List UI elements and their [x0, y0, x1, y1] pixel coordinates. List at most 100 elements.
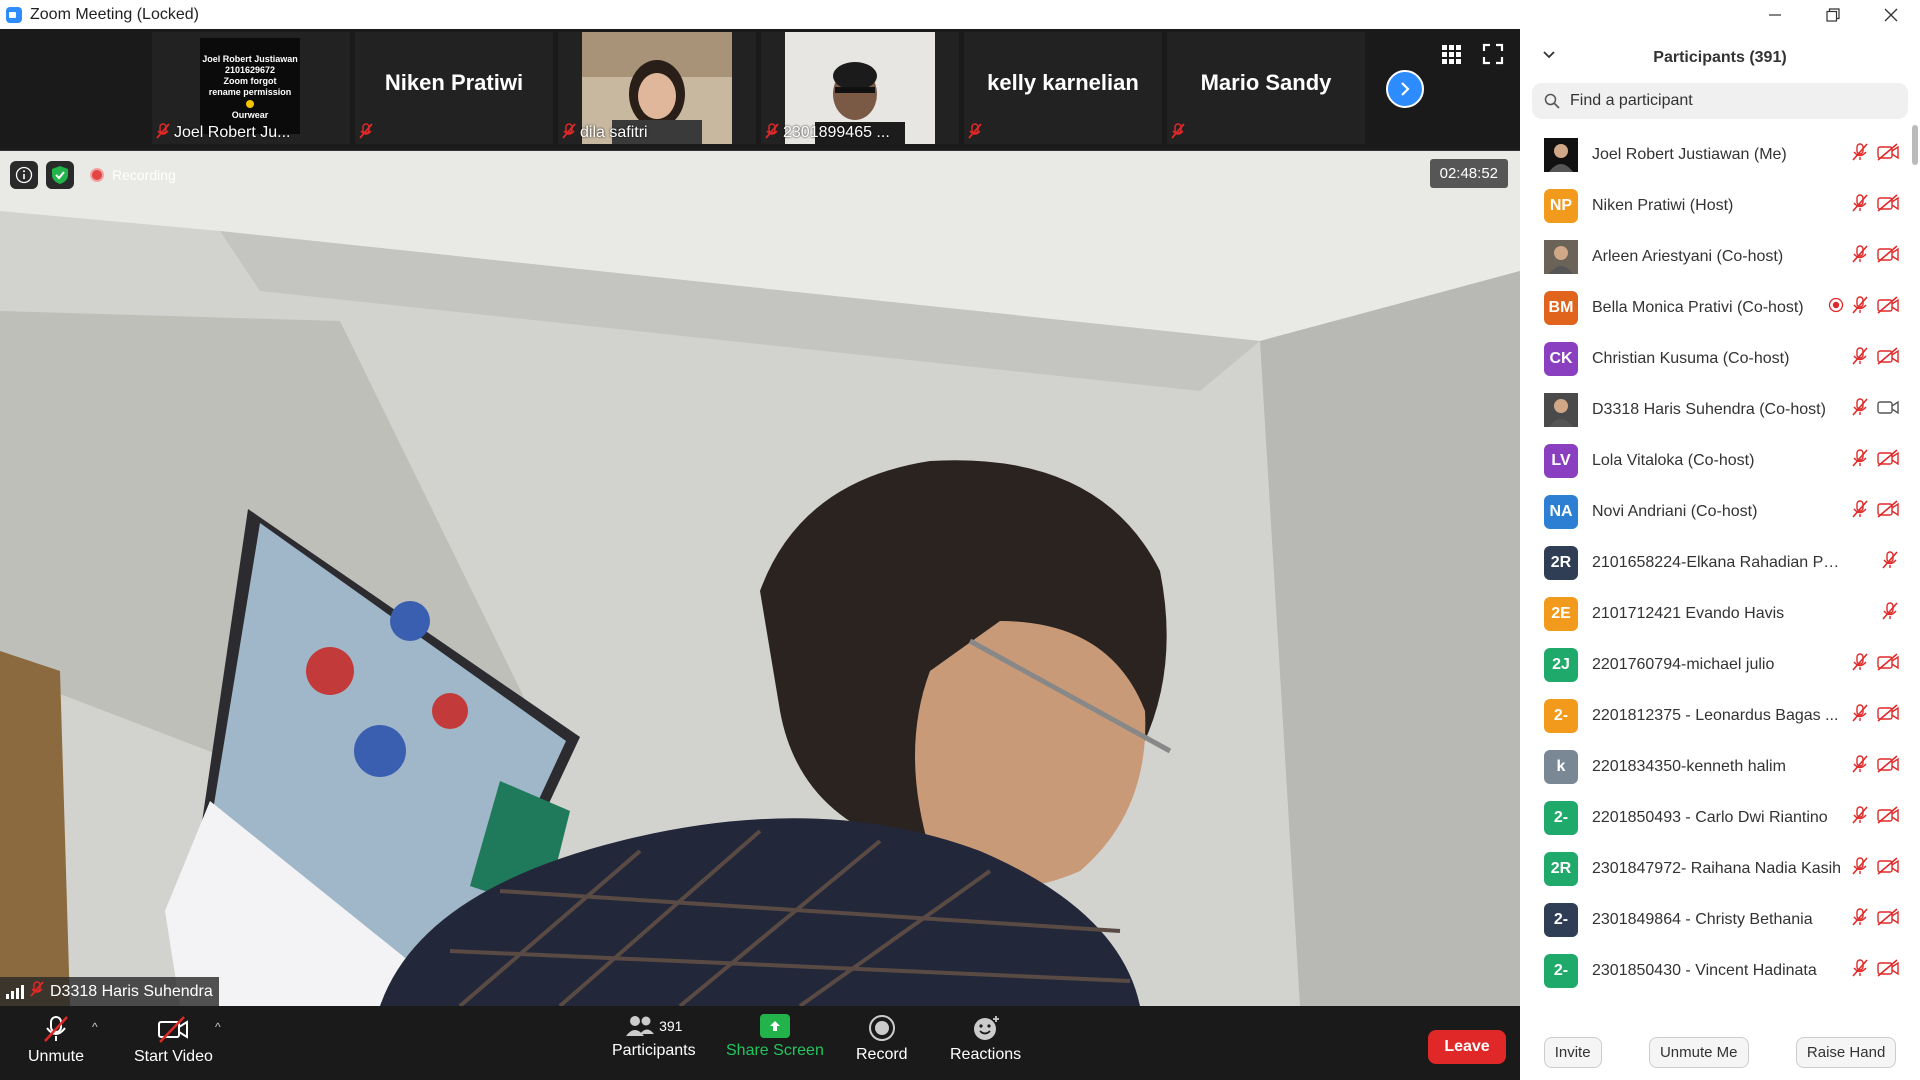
mic-off-icon: [562, 123, 576, 142]
participant-name: 2201834350-kenneth halim: [1592, 757, 1786, 775]
start-video-button[interactable]: Start Video: [134, 1014, 213, 1066]
record-button[interactable]: Record: [856, 1014, 908, 1064]
participants-icon: [626, 1016, 655, 1036]
avatar: LV: [1544, 443, 1578, 478]
participant-row[interactable]: 2E 2101712421 Evando Havis: [1520, 588, 1910, 639]
participant-row[interactable]: 2- 2201850493 - Carlo Dwi Riantino: [1520, 792, 1910, 843]
thumb-kelly[interactable]: kelly karnelian: [964, 32, 1162, 144]
mic-off-icon: [44, 1016, 68, 1042]
avatar: NA: [1544, 494, 1578, 529]
participant-row[interactable]: BM Bella Monica Prativi (Co-host): [1520, 282, 1910, 333]
mic-off-icon: [1850, 295, 1870, 320]
participant-status-icons: [1850, 397, 1900, 422]
participants-button[interactable]: 391 Participants: [612, 1014, 696, 1060]
shield-icon[interactable]: [46, 161, 74, 189]
logo-dot: [246, 100, 254, 108]
unmute-me-button[interactable]: Unmute Me: [1648, 1037, 1749, 1068]
signal-strength-icon: [6, 984, 24, 999]
next-page-button[interactable]: [1386, 70, 1424, 108]
image-text-line: rename permission: [208, 87, 292, 97]
mic-off-icon: [359, 123, 373, 142]
gallery-view-icon[interactable]: [1440, 43, 1462, 65]
unmute-label: Unmute: [28, 1048, 85, 1065]
leave-button[interactable]: Leave: [1428, 1030, 1506, 1064]
participant-row[interactable]: 2- 2201812375 - Leonardus Bagas ...: [1520, 690, 1910, 741]
participant-row[interactable]: 2- 2301849864 - Christy Bethania: [1520, 894, 1910, 945]
mic-off-icon: [1850, 346, 1870, 371]
participant-row[interactable]: 2- 2301850430 - Vincent Hadinata: [1520, 945, 1910, 996]
avatar: [1544, 137, 1578, 172]
thumb-joel[interactable]: Joel Robert Justiawan 2101629672 Zoom fo…: [152, 32, 350, 144]
thumb-2301899465[interactable]: 2301899465 ...: [761, 32, 959, 144]
video-off-icon: [1876, 856, 1900, 881]
active-speaker-label: D3318 Haris Suhendra: [0, 977, 219, 1006]
mic-off-icon: [1880, 601, 1900, 626]
participants-panel: Participants (391) Joel Robert Justiawan…: [1520, 29, 1920, 1080]
participant-row[interactable]: 2J 2201760794-michael julio: [1520, 639, 1910, 690]
mic-off-icon: [1850, 244, 1870, 269]
image-text-line: Joel Robert Justiawan: [202, 54, 298, 64]
participant-row[interactable]: NA Novi Andriani (Co-host): [1520, 486, 1910, 537]
video-off-icon: [1876, 346, 1900, 371]
mic-off-icon: [765, 123, 779, 142]
participant-row[interactable]: NP Niken Pratiwi (Host): [1520, 180, 1910, 231]
participant-status-icons: [1850, 703, 1900, 728]
invite-button[interactable]: Invite: [1543, 1037, 1602, 1068]
participant-status-icons: [1850, 193, 1900, 218]
participant-name: 2201812375 - Leonardus Bagas ...: [1592, 706, 1839, 724]
participant-row[interactable]: k 2201834350-kenneth halim: [1520, 741, 1910, 792]
window-title: Zoom Meeting (Locked): [30, 5, 199, 23]
mic-off-icon: [1171, 123, 1185, 142]
meeting-area: Joel Robert Justiawan 2101629672 Zoom fo…: [0, 29, 1520, 1080]
audio-options-chevron-up-icon[interactable]: ^: [92, 1020, 98, 1034]
video-off-icon: [1876, 142, 1900, 167]
share-screen-button[interactable]: Share Screen: [726, 1014, 824, 1060]
thumb-caption: [359, 123, 373, 142]
avatar: 2-: [1544, 800, 1578, 835]
participant-list-scrollbar[interactable]: [1912, 125, 1918, 1005]
avatar: k: [1544, 749, 1578, 784]
panel-header: Participants (391): [1520, 29, 1920, 87]
participant-status-icons: [1850, 448, 1900, 473]
participant-status-icons: [1880, 601, 1900, 626]
video-off-icon: [1876, 193, 1900, 218]
participant-row[interactable]: D3318 Haris Suhendra (Co-host): [1520, 384, 1910, 435]
avatar: [1544, 392, 1578, 427]
close-button[interactable]: [1862, 0, 1920, 29]
avatar: 2-: [1544, 698, 1578, 733]
participant-row[interactable]: LV Lola Vitaloka (Co-host): [1520, 435, 1910, 486]
participant-search[interactable]: [1532, 83, 1908, 119]
participant-row[interactable]: 2R 2101658224-Elkana Rahadian Putra ...: [1520, 537, 1910, 588]
participant-row[interactable]: Joel Robert Justiawan (Me): [1520, 129, 1910, 180]
record-icon: [868, 1015, 895, 1041]
thumb-niken[interactable]: Niken Pratiwi: [355, 32, 553, 144]
fullscreen-icon[interactable]: [1482, 43, 1504, 65]
participant-status-icons: [1828, 295, 1900, 320]
participant-row[interactable]: 2R 2301847972- Raihana Nadia Kasih: [1520, 843, 1910, 894]
minimize-button[interactable]: [1746, 0, 1804, 29]
mic-off-icon: [1850, 499, 1870, 524]
reactions-button[interactable]: Reactions: [950, 1014, 1021, 1064]
participant-status-icons: [1850, 907, 1900, 932]
video-off-icon: [1876, 244, 1900, 269]
thumb-name: Joel Robert Ju...: [174, 123, 291, 141]
video-off-icon: [1876, 754, 1900, 779]
participant-row[interactable]: CK Christian Kusuma (Co-host): [1520, 333, 1910, 384]
participant-row[interactable]: Arleen Ariestyani (Co-host): [1520, 231, 1910, 282]
recording-indicator[interactable]: Recording: [82, 163, 184, 187]
restore-button[interactable]: [1804, 0, 1862, 29]
thumb-dila[interactable]: dila safitri: [558, 32, 756, 144]
scrollbar-thumb[interactable]: [1912, 125, 1918, 165]
search-input[interactable]: [1568, 91, 1902, 111]
unmute-button[interactable]: Unmute: [28, 1014, 84, 1066]
participant-status-icons: [1850, 142, 1900, 167]
search-icon: [1544, 93, 1560, 109]
participant-status-icons: [1850, 856, 1900, 881]
collapse-chevron-down-icon[interactable]: [1542, 47, 1556, 63]
raise-hand-button[interactable]: Raise Hand: [1795, 1037, 1897, 1068]
avatar: [1544, 239, 1578, 274]
thumb-mario[interactable]: Mario Sandy: [1167, 32, 1365, 144]
info-icon[interactable]: [10, 161, 38, 189]
video-options-chevron-up-icon[interactable]: ^: [215, 1020, 221, 1034]
mic-off-icon: [1850, 856, 1870, 881]
